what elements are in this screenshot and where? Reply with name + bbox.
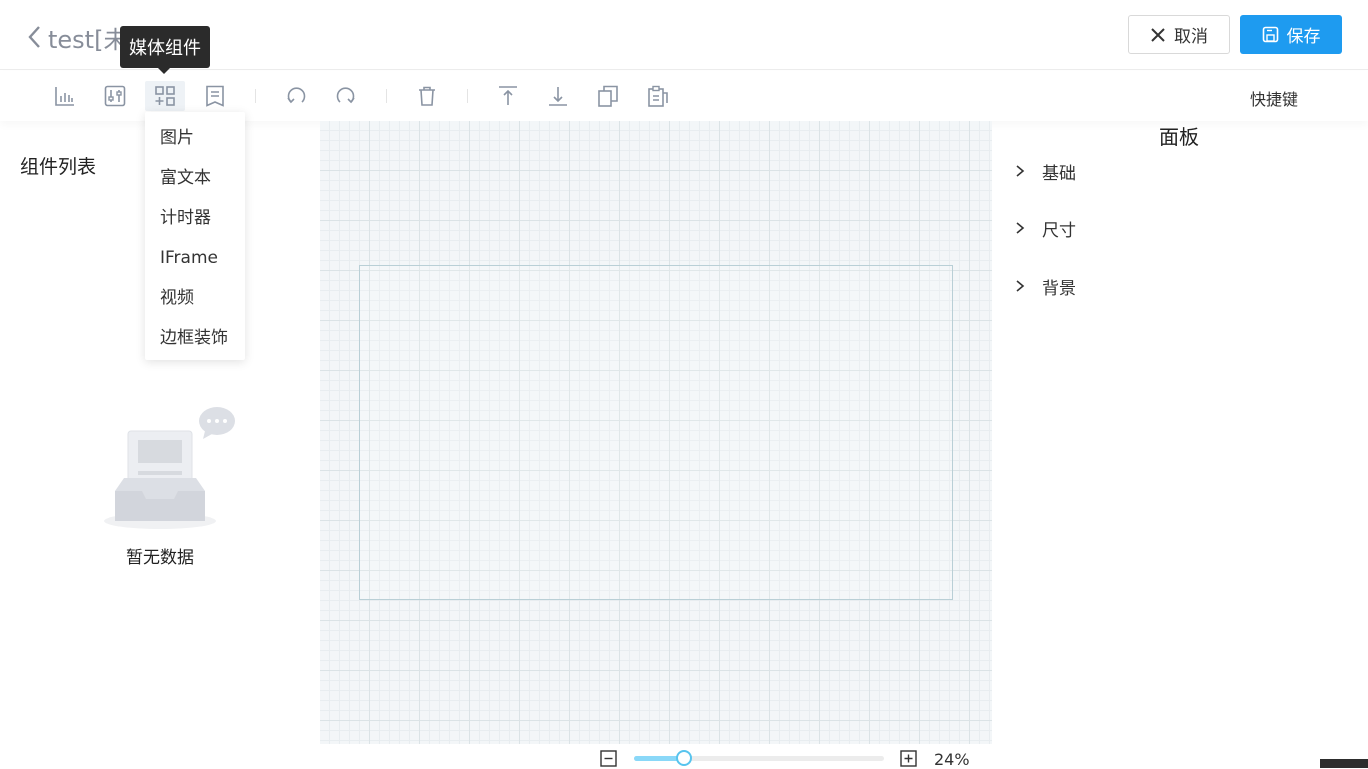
- artboard[interactable]: [359, 265, 953, 600]
- undo-button[interactable]: [276, 81, 316, 111]
- chevron-right-icon: [1016, 280, 1025, 292]
- zoom-level: 24%: [934, 750, 970, 769]
- media-components-tooltip: 媒体组件: [120, 26, 210, 74]
- section-size[interactable]: 尺寸: [1014, 216, 1076, 241]
- cancel-button[interactable]: 取消: [1128, 15, 1230, 54]
- menu-item-video[interactable]: 视频: [145, 278, 245, 318]
- paste-button[interactable]: [638, 81, 678, 111]
- media-components-button[interactable]: [145, 81, 185, 111]
- component-list-title: 组件列表: [20, 156, 97, 178]
- empty-inbox-icon: [104, 407, 235, 529]
- empty-state-text: 暂无数据: [126, 548, 194, 568]
- delete-button[interactable]: [407, 81, 447, 111]
- media-components-icon: [155, 86, 175, 106]
- chevron-right-icon: [1016, 222, 1025, 234]
- control-components-button[interactable]: [95, 81, 135, 111]
- chevron-right-icon: [1016, 165, 1025, 177]
- save-label: 保存: [1286, 27, 1321, 47]
- section-label: 基础: [1042, 163, 1076, 184]
- move-bottom-icon: [549, 87, 567, 106]
- move-top-icon: [499, 86, 517, 105]
- zoom-in-icon[interactable]: [900, 750, 917, 767]
- menu-item-rich-text[interactable]: 富文本: [145, 158, 245, 198]
- zoom-slider-handle[interactable]: [676, 750, 692, 766]
- section-background[interactable]: 背景: [1014, 274, 1076, 299]
- save-button[interactable]: 保存: [1240, 15, 1342, 54]
- copy-icon: [598, 85, 618, 107]
- panel-title: 面板: [1159, 125, 1199, 149]
- move-to-bottom-button[interactable]: [538, 81, 578, 111]
- redo-icon: [336, 87, 355, 104]
- move-to-top-button[interactable]: [488, 81, 528, 111]
- zoom-slider[interactable]: [634, 750, 884, 766]
- section-label: 尺寸: [1042, 220, 1076, 241]
- chevron-left-icon: [28, 26, 40, 48]
- section-label: 背景: [1042, 278, 1076, 299]
- menu-item-border-decoration[interactable]: 边框装饰: [145, 318, 245, 358]
- media-components-menu: 图片 富文本 计时器 IFrame 视频 边框装饰: [145, 112, 245, 360]
- save-icon: [1262, 26, 1278, 43]
- toolbar-divider: [467, 89, 468, 103]
- copy-button[interactable]: [588, 81, 628, 111]
- shortcut-keys-button[interactable]: 快捷键: [1250, 86, 1298, 110]
- document-components-button[interactable]: [195, 81, 235, 111]
- undo-icon: [287, 87, 306, 104]
- close-icon: [1151, 27, 1165, 42]
- chart-components-button[interactable]: [45, 81, 85, 111]
- toolbar-divider: [255, 89, 256, 103]
- delete-icon: [419, 86, 435, 106]
- redo-button[interactable]: [326, 81, 366, 111]
- cancel-label: 取消: [1174, 27, 1208, 47]
- menu-item-image[interactable]: 图片: [145, 118, 245, 158]
- document-icon: [206, 85, 224, 107]
- section-basic[interactable]: 基础: [1014, 159, 1076, 184]
- controls-icon: [104, 85, 126, 107]
- chart-icon: [55, 87, 74, 106]
- menu-item-iframe[interactable]: IFrame: [145, 238, 245, 278]
- paste-icon: [648, 85, 668, 107]
- menu-item-timer[interactable]: 计时器: [145, 198, 245, 238]
- zoom-out-icon[interactable]: [600, 750, 617, 767]
- corner-widget: [1320, 759, 1368, 768]
- design-canvas[interactable]: [320, 121, 992, 744]
- toolbar-divider: [386, 89, 387, 103]
